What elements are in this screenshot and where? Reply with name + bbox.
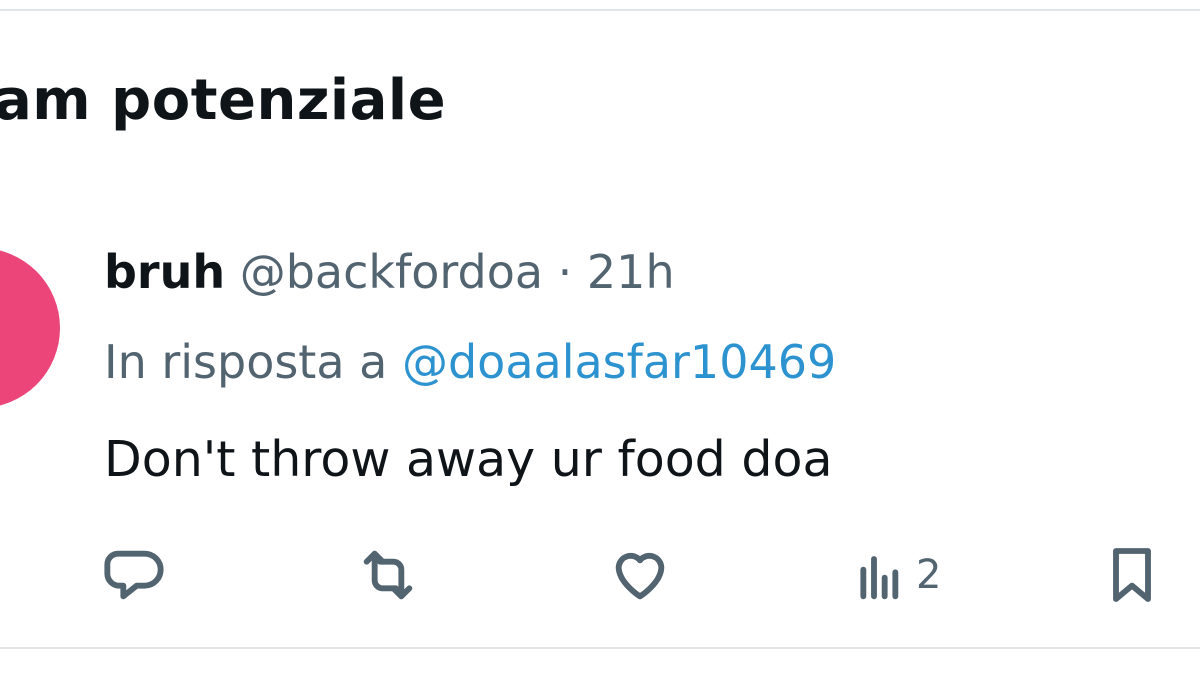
bottom-divider bbox=[0, 647, 1200, 649]
reply-prefix: In risposta a bbox=[104, 335, 388, 389]
reply-button[interactable] bbox=[102, 540, 166, 610]
top-divider bbox=[0, 9, 1200, 11]
tweet-text: Don't throw away ur food doa bbox=[104, 431, 833, 488]
reply-icon bbox=[104, 550, 164, 600]
views-icon bbox=[860, 556, 899, 600]
tweet-meta: bruh @backfordoa · 21h bbox=[104, 242, 675, 302]
user-handle[interactable]: @backfordoa bbox=[240, 245, 543, 299]
tweet-actions: 2 bbox=[0, 540, 1200, 610]
views-count: 2 bbox=[916, 552, 942, 598]
views-button[interactable]: 2 bbox=[850, 540, 941, 610]
tweet-screenshot: am potenziale bruh @backfordoa · 21h In … bbox=[0, 0, 1200, 675]
heart-icon bbox=[615, 552, 665, 600]
section-header: am potenziale bbox=[0, 68, 447, 133]
retweet-button[interactable] bbox=[356, 540, 420, 610]
retweet-icon bbox=[363, 550, 413, 600]
meta-separator: · bbox=[557, 245, 573, 299]
bookmark-button[interactable] bbox=[1100, 540, 1164, 610]
like-button[interactable] bbox=[608, 540, 672, 610]
reply-context: In risposta a @doaalasfar10469 bbox=[104, 332, 836, 392]
avatar[interactable] bbox=[0, 248, 60, 408]
display-name[interactable]: bruh bbox=[104, 245, 225, 299]
bookmark-icon bbox=[1113, 548, 1151, 602]
tweet-timestamp[interactable]: 21h bbox=[587, 245, 675, 299]
reply-mention-link[interactable]: @doaalasfar10469 bbox=[402, 335, 836, 389]
